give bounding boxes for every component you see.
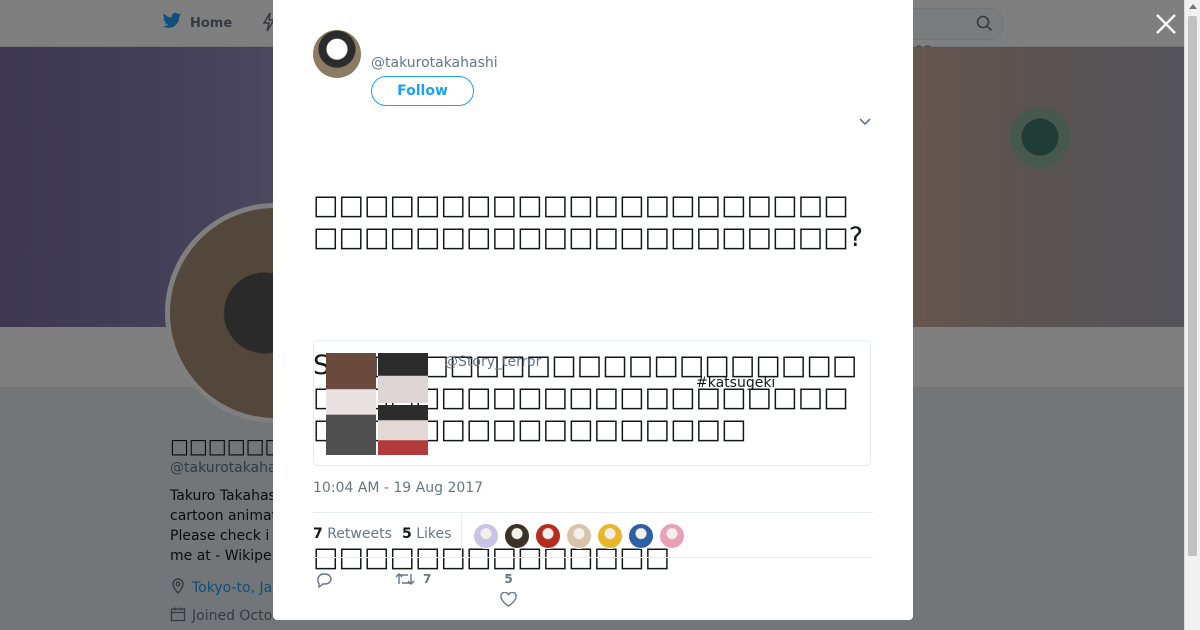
liker-avatar[interactable]	[535, 523, 561, 549]
tweet-timestamp[interactable]: 10:04 AM - 19 Aug 2017	[313, 480, 483, 496]
quote-hashtag[interactable]: #katsugeki	[696, 375, 775, 391]
follow-button[interactable]: Follow	[371, 76, 474, 106]
retweet-button[interactable]: 7	[395, 572, 431, 586]
liker-avatar[interactable]	[659, 523, 685, 549]
quoted-tweet-card[interactable]: @Story_terror #katsugeki	[313, 340, 871, 466]
tweet-modal: @takurotakahashi Follow □□□□□□□□□□□□□□□□…	[273, 0, 913, 620]
author-avatar[interactable]	[313, 30, 361, 78]
stats-divider	[461, 513, 462, 558]
liker-avatar[interactable]	[504, 523, 530, 549]
retweet-action-count: 7	[423, 572, 432, 586]
liker-avatar[interactable]	[566, 523, 592, 549]
retweet-icon	[395, 573, 415, 585]
close-icon	[1156, 14, 1176, 34]
liker-avatar[interactable]	[597, 523, 623, 549]
likes-stat[interactable]: 5 Likes	[402, 526, 451, 542]
close-modal-button[interactable]	[1155, 13, 1177, 35]
like-button[interactable]: 5	[500, 572, 517, 607]
like-action-count: 5	[504, 572, 513, 586]
reply-icon	[317, 573, 332, 588]
page-scrollbar[interactable]	[1184, 0, 1200, 630]
scroll-thumb[interactable]	[1188, 16, 1197, 556]
likes-count: 5	[402, 526, 412, 542]
tweet-stats: 7 Retweets 5 Likes	[313, 512, 873, 558]
quote-media-grid[interactable]	[326, 353, 428, 455]
quote-author-handle[interactable]: @Story_terror	[444, 354, 541, 370]
heart-icon	[500, 592, 517, 607]
reply-button[interactable]	[316, 572, 333, 588]
tweet-actions: 7 5	[313, 566, 873, 616]
liker-avatar[interactable]	[628, 523, 654, 549]
author-handle[interactable]: @takurotakahashi	[371, 55, 498, 71]
scroll-up-arrow-icon[interactable]	[1189, 4, 1197, 9]
quote-image-thumbnail[interactable]	[378, 405, 428, 455]
retweets-stat[interactable]: 7 Retweets	[313, 526, 392, 542]
quote-image-thumbnail[interactable]	[378, 353, 428, 403]
liker-avatar[interactable]	[473, 523, 499, 549]
likes-label: Likes	[416, 526, 452, 542]
retweets-count: 7	[313, 526, 323, 542]
tweet-paragraph: □□□□□□□□□□□□□□□□□□□□□□□□□□□□□□□□□□□□□□□□…	[313, 190, 864, 253]
liker-avatars	[473, 523, 685, 549]
retweets-label: Retweets	[327, 526, 392, 542]
quote-image-thumbnail[interactable]	[326, 353, 376, 455]
